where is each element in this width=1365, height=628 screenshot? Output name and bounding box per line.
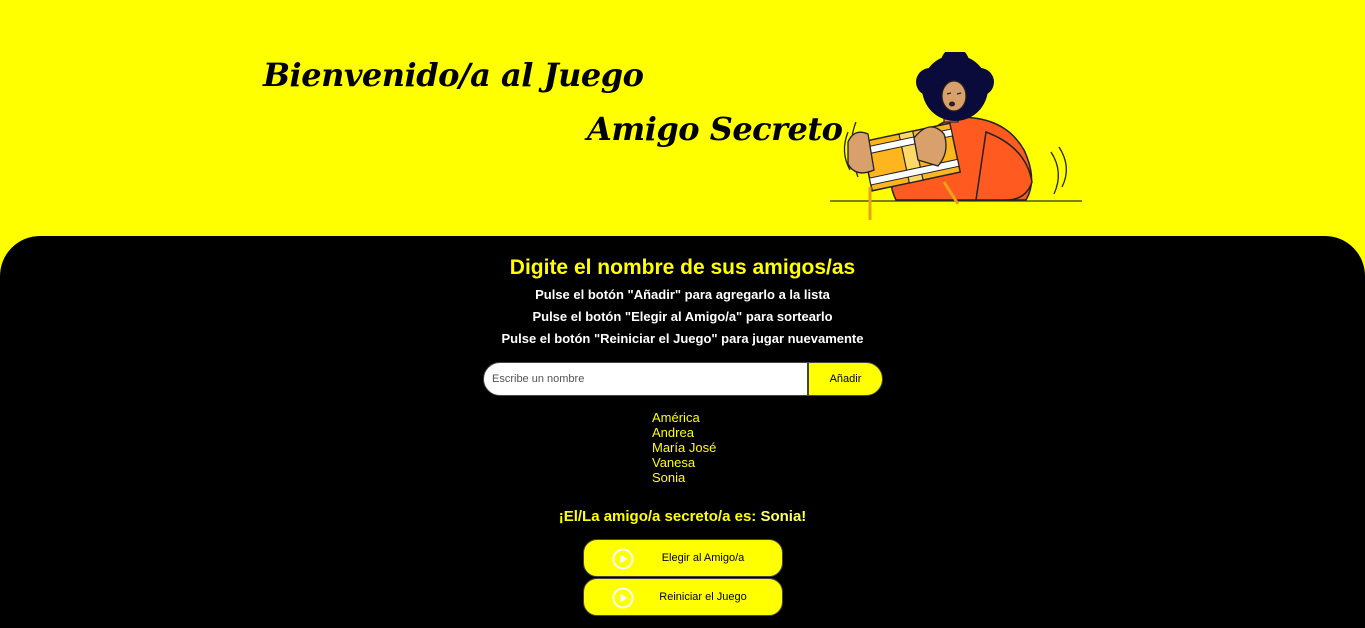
gift-person-illustration xyxy=(830,52,1082,220)
page-title-line2: Amigo Secreto xyxy=(587,110,843,148)
result-name: Sonia! xyxy=(760,508,807,525)
page-title-line1: Bienvenido/a al Juego xyxy=(263,56,644,94)
draw-friend-button[interactable]: Elegir al Amigo/a xyxy=(583,539,783,577)
friend-list: América Andrea María José Vanesa Sonia xyxy=(652,410,716,485)
result-message: ¡El/La amigo/a secreto/a es: Sonia! xyxy=(0,508,1365,525)
list-item: Andrea xyxy=(652,425,694,440)
friend-name-input[interactable] xyxy=(483,362,808,396)
game-panel: Digite el nombre de sus amigos/as Pulse … xyxy=(0,236,1365,628)
header: Bienvenido/a al Juego Amigo Secreto xyxy=(0,0,1365,236)
instruction-reset: Pulse el botón "Reiniciar el Juego" para… xyxy=(501,331,864,346)
add-button[interactable]: Añadir xyxy=(808,362,883,396)
list-item: América xyxy=(652,410,700,425)
instructions-heading: Digite el nombre de sus amigos/as xyxy=(509,256,856,279)
list-item: Vanesa xyxy=(652,455,696,470)
list-item: María José xyxy=(652,440,717,455)
list-item: Sonia xyxy=(652,470,686,485)
instruction-add: Pulse el botón "Añadir" para agregarlo a… xyxy=(535,287,830,302)
instruction-draw: Pulse el botón "Elegir al Amigo/a" para … xyxy=(532,309,833,324)
play-circle-icon xyxy=(612,548,634,570)
reset-game-button[interactable]: Reiniciar el Juego xyxy=(583,578,783,616)
result-prefix: ¡El/La amigo/a secreto/a es: xyxy=(558,508,761,525)
play-circle-icon xyxy=(612,587,634,609)
add-friend-form: Añadir xyxy=(483,362,883,396)
